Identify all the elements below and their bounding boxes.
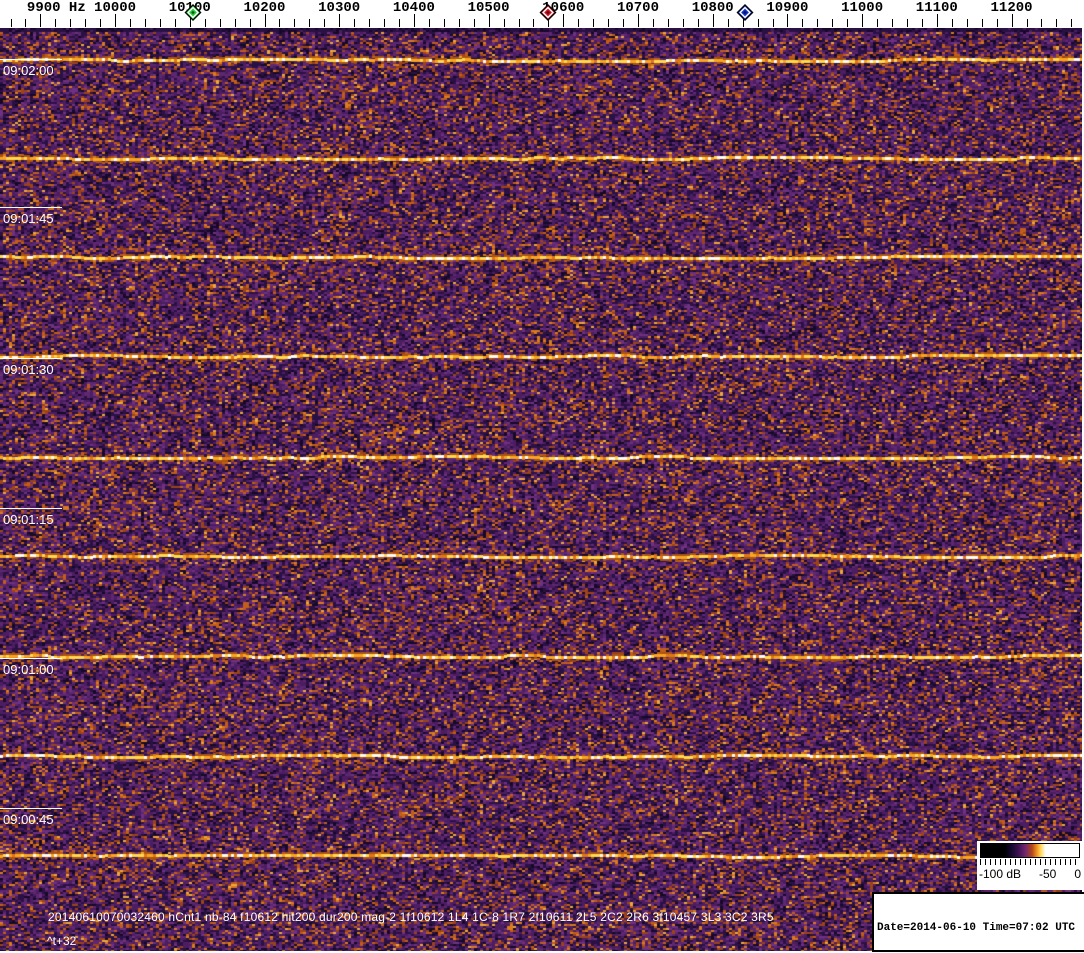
ruler-tick — [847, 19, 849, 27]
ruler-tick — [533, 19, 535, 27]
time-tick — [0, 207, 62, 208]
ruler-tick — [309, 19, 311, 27]
ruler-tick — [249, 19, 251, 27]
ruler-tick — [951, 19, 953, 27]
ruler-tick — [697, 19, 699, 27]
spectrogram-waterfall-canvas — [0, 28, 1082, 951]
ruler-tick — [85, 19, 87, 27]
time-tick — [0, 508, 62, 509]
ruler-tick — [70, 19, 72, 27]
freq-tick-label: 9900 Hz — [26, 0, 86, 16]
ruler-tick — [159, 19, 161, 27]
ruler-tick — [981, 19, 983, 27]
ruler-tick — [608, 19, 610, 27]
time-label: 09:01:15 — [3, 512, 54, 527]
legend-labels: -100 dB -50 0 — [979, 867, 1081, 881]
legend-label-min: -100 dB — [979, 867, 1022, 881]
ruler-tick — [682, 19, 684, 27]
time-tick — [0, 808, 62, 809]
freq-tick-label: 11100 — [915, 0, 958, 16]
ruler-tick — [25, 19, 27, 27]
ruler-tick — [279, 19, 281, 27]
ruler-tick — [174, 19, 176, 27]
ruler-tick — [802, 19, 804, 27]
ruler-tick — [996, 19, 998, 27]
ruler-tick — [294, 19, 296, 27]
freq-tick-label: 10400 — [392, 0, 435, 16]
ruler-tick — [473, 19, 475, 27]
ruler-tick — [921, 19, 923, 27]
time-label: 09:00:45 — [3, 812, 54, 827]
legend-label-max: 0 — [1074, 867, 1081, 881]
freq-tick-label: 11200 — [990, 0, 1033, 16]
ruler-tick — [219, 19, 221, 27]
legend-label-mid: -50 — [1039, 867, 1057, 881]
time-label: 09:01:30 — [3, 362, 54, 377]
info-date-time: Date=2014-06-10 Time=07:02 UTC — [877, 922, 1076, 934]
time-label: 09:02:00 — [3, 63, 54, 78]
status-info-box: Date=2014-06-10 Time=07:02 UTC Freq=143 … — [872, 892, 1084, 952]
ruler-tick — [354, 19, 356, 27]
ruler-tick — [623, 19, 625, 27]
freq-tick-label: 10800 — [691, 0, 734, 16]
ruler-tick — [428, 19, 430, 27]
ruler-tick — [817, 19, 819, 27]
ruler-tick — [130, 19, 131, 27]
ruler-tick — [892, 19, 893, 27]
ruler-tick — [234, 19, 236, 27]
freq-tick-label: 10000 — [94, 0, 137, 16]
ruler-tick — [1071, 19, 1073, 27]
red-marker[interactable] — [539, 4, 557, 21]
ruler-tick — [1041, 19, 1043, 27]
ruler-tick — [1026, 19, 1028, 27]
freq-tick-label: 10200 — [243, 0, 286, 16]
ruler-tick — [1056, 19, 1058, 27]
freq-tick-label: 11000 — [841, 0, 884, 16]
ruler-tick — [652, 19, 654, 27]
ruler-tick — [324, 19, 326, 27]
ruler-tick — [100, 19, 102, 27]
ruler-tick — [757, 19, 759, 27]
freq-tick-label: 10300 — [318, 0, 361, 16]
ruler-tick — [727, 19, 729, 27]
ruler-tick — [443, 19, 445, 27]
freq-tick-label: 10700 — [616, 0, 659, 16]
freq-tick-label: 10500 — [467, 0, 510, 16]
freq-tick-label: 10900 — [766, 0, 809, 16]
time-tick — [0, 658, 62, 659]
ruler-tick — [398, 19, 400, 27]
color-scale-legend: -100 dB -50 0 — [977, 841, 1084, 890]
time-offset-note: ^t+32 — [47, 934, 77, 948]
ruler-tick — [10, 19, 12, 27]
ruler-tick — [384, 19, 385, 27]
ruler-tick — [593, 19, 595, 27]
ruler-tick — [906, 19, 908, 27]
ruler-tick — [144, 19, 146, 27]
color-gradient-bar — [980, 843, 1080, 858]
ruler-tick — [877, 19, 879, 27]
ruler-tick — [369, 19, 371, 27]
ruler-tick — [772, 19, 774, 27]
spectrogram-window: 9900 Hz100001010010200103001040010500106… — [0, 0, 1084, 953]
ruler-tick — [204, 19, 206, 27]
ruler-tick — [55, 19, 57, 27]
ruler-tick — [503, 19, 505, 27]
ruler-tick — [667, 19, 669, 27]
ruler-tick — [518, 19, 520, 27]
time-tick — [0, 358, 62, 359]
legend-tick-marks — [980, 859, 1080, 865]
time-label: 09:01:45 — [3, 211, 54, 226]
time-label: 09:01:00 — [3, 662, 54, 677]
detection-annotation-text: 20140610070032460 hCnt1 nb-84 f10612 hit… — [48, 910, 774, 924]
ruler-tick — [966, 19, 968, 27]
ruler-tick — [458, 19, 460, 27]
time-tick — [0, 59, 62, 60]
blue-marker[interactable] — [736, 4, 754, 21]
green-marker[interactable] — [184, 4, 202, 21]
ruler-tick — [578, 19, 580, 27]
frequency-ruler: 9900 Hz100001010010200103001040010500106… — [0, 0, 1084, 28]
ruler-tick — [832, 19, 834, 27]
